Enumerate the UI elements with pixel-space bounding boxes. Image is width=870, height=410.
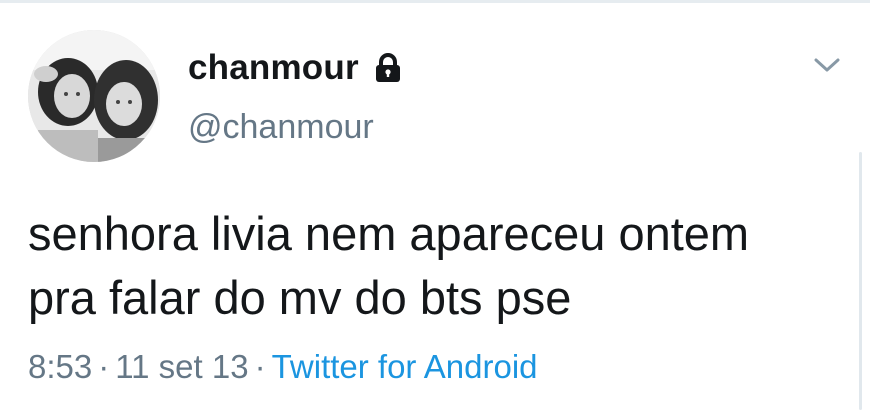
tweet-metadata: 8:53 · 11 set 13 · Twitter for Android — [28, 350, 538, 383]
top-divider — [0, 0, 870, 3]
meta-separator: · — [98, 348, 110, 385]
avatar[interactable] — [28, 30, 160, 162]
scrollbar-track[interactable] — [859, 152, 862, 410]
chevron-down-icon[interactable] — [814, 56, 840, 74]
author-name-row[interactable]: chanmour — [188, 50, 405, 85]
meta-separator: · — [254, 348, 266, 385]
display-name[interactable]: chanmour — [188, 50, 359, 85]
tweet-date[interactable]: 11 set 13 — [115, 348, 248, 385]
tweet-card: chanmour @chanmour senhora livia nem apa… — [0, 0, 870, 410]
tweet-text: senhora livia nem apareceu ontem pra fal… — [28, 202, 848, 330]
lock-icon — [371, 51, 405, 85]
tweet-text-line: senhora livia nem apareceu ontem — [28, 207, 750, 260]
avatar-photo-icon — [28, 30, 160, 162]
tweet-time[interactable]: 8:53 — [28, 348, 92, 385]
tweet-text-line: pra falar do mv do bts pse — [28, 271, 572, 324]
tweet-source-link[interactable]: Twitter for Android — [272, 348, 538, 385]
user-handle[interactable]: @chanmour — [188, 110, 374, 144]
